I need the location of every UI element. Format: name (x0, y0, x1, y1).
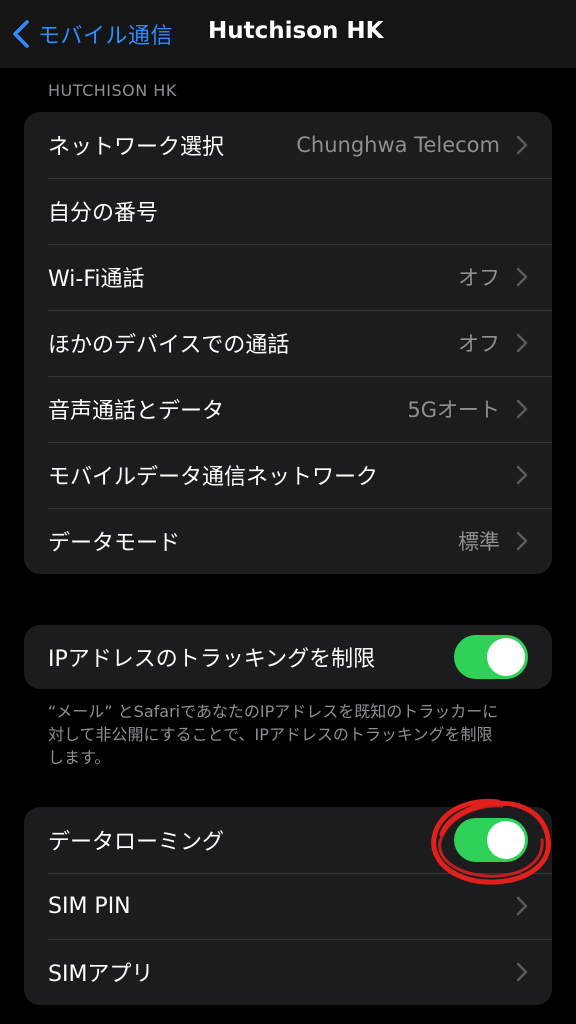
row-value: オフ (458, 332, 500, 356)
row-value: Chunghwa Telecom (296, 133, 500, 157)
row-label: SIMアプリ (48, 962, 154, 987)
chevron-right-icon (516, 896, 528, 916)
carrier-settings-group: ネットワーク選択 Chunghwa Telecom 自分の番号 Wi-Fi通話 … (24, 112, 552, 574)
row-sim-applications[interactable]: SIMアプリ (24, 939, 552, 1005)
page-title: Hutchison HK (208, 18, 384, 44)
chevron-right-icon (516, 135, 528, 155)
chevron-right-icon (516, 333, 528, 353)
row-data-mode[interactable]: データモード 標準 (24, 508, 552, 574)
row-wifi-calling[interactable]: Wi-Fi通話 オフ (24, 244, 552, 310)
toggle-knob (487, 821, 525, 859)
row-value: オフ (458, 266, 500, 290)
row-value: 標準 (458, 530, 500, 554)
chevron-right-icon (516, 399, 528, 419)
row-my-number[interactable]: 自分の番号 (24, 178, 552, 244)
roaming-sim-group: データローミング SIM PIN SIMアプリ (24, 807, 552, 1005)
section-header: HUTCHISON HK (48, 81, 177, 100)
row-calls-on-other-devices[interactable]: ほかのデバイスでの通話 オフ (24, 310, 552, 376)
row-label: ほかのデバイスでの通話 (48, 333, 290, 358)
back-button-label: モバイル通信 (38, 24, 174, 49)
row-label: SIM PIN (48, 893, 131, 919)
back-button[interactable]: モバイル通信 (10, 14, 173, 54)
row-label: 自分の番号 (48, 201, 159, 226)
ip-tracking-footnote: “メール” とSafariであなたのIPアドレスを既知のトラッカーに対して非公開… (48, 702, 499, 767)
navigation-bar: モバイル通信 Hutchison HK (0, 0, 576, 68)
chevron-right-icon (516, 465, 528, 485)
row-voice-and-data[interactable]: 音声通話とデータ 5Gオート (24, 376, 552, 442)
row-sim-pin[interactable]: SIM PIN (24, 873, 552, 939)
row-limit-ip-tracking: IPアドレスのトラッキングを制限 (24, 625, 552, 689)
data-roaming-toggle[interactable] (454, 818, 528, 862)
row-label: モバイルデータ通信ネットワーク (48, 465, 379, 490)
row-label: ネットワーク選択 (48, 135, 225, 160)
row-label: Wi-Fi通話 (48, 267, 145, 292)
ip-tracking-group: IPアドレスのトラッキングを制限 (24, 625, 552, 689)
chevron-left-icon (13, 20, 29, 48)
row-label: データローミング (48, 830, 225, 855)
row-label: 音声通話とデータ (48, 399, 225, 424)
row-value: 5Gオート (407, 398, 500, 422)
chevron-right-icon (516, 962, 528, 982)
row-data-roaming: データローミング (24, 807, 552, 873)
row-network-selection[interactable]: ネットワーク選択 Chunghwa Telecom (24, 112, 552, 178)
chevron-right-icon (516, 531, 528, 551)
row-label: データモード (48, 531, 181, 556)
chevron-right-icon (516, 267, 528, 287)
limit-ip-tracking-toggle[interactable] (454, 635, 528, 679)
row-cellular-data-network[interactable]: モバイルデータ通信ネットワーク (24, 442, 552, 508)
toggle-knob (487, 638, 525, 676)
row-label: IPアドレスのトラッキングを制限 (48, 647, 376, 672)
